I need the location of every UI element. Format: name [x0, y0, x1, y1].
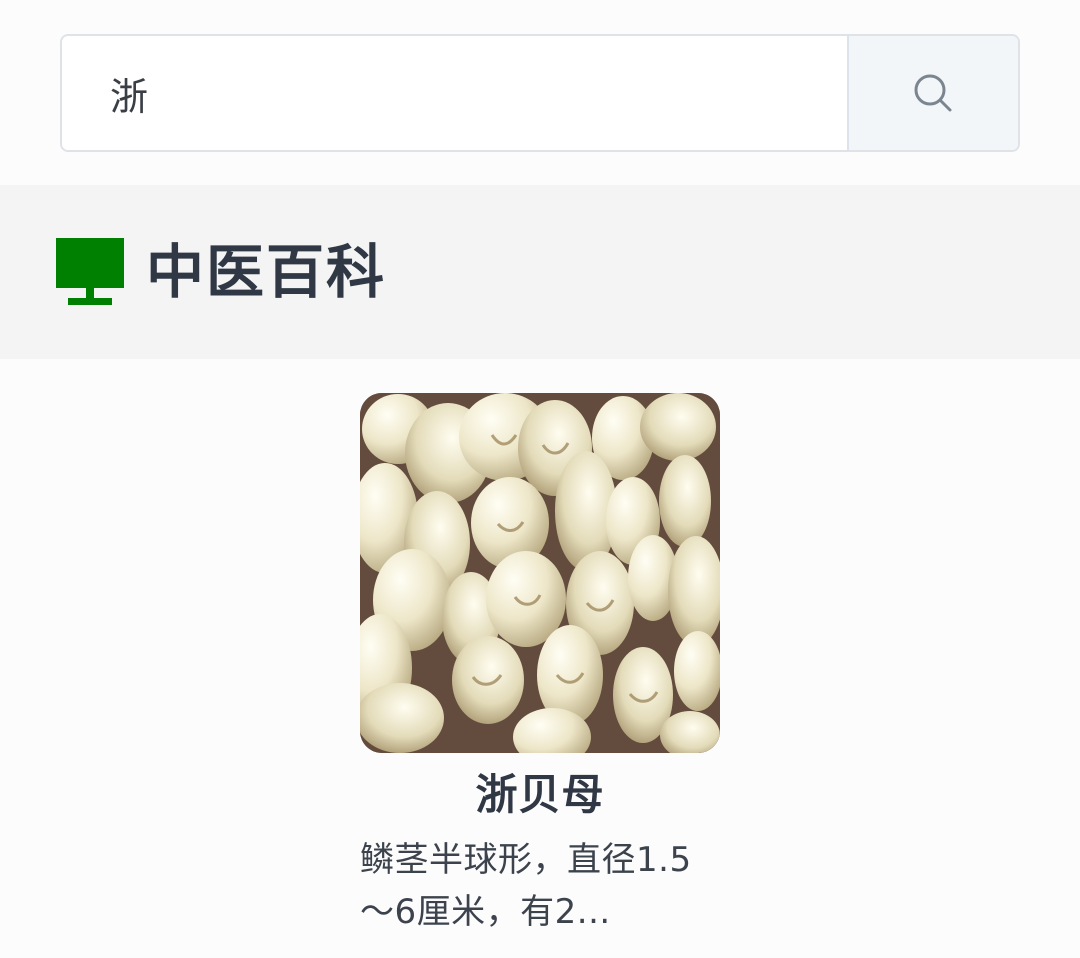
search-input[interactable]: [62, 36, 847, 150]
section-title: 中医百科: [146, 238, 387, 306]
search-bar: [60, 34, 1020, 152]
search-results-page: 中医百科: [0, 0, 1080, 958]
monitor-icon: [56, 238, 124, 305]
fritillaria-bulbs-illustration: [360, 393, 720, 753]
result-card[interactable]: 浙贝母 鳞茎半球形，直径1.5～6厘米，有2...: [360, 393, 720, 943]
search-button[interactable]: [846, 36, 1018, 150]
result-description: 鳞茎半球形，直径1.5～6厘米，有2...: [360, 840, 692, 932]
search-icon: [914, 74, 952, 112]
fritillaria-bulbs-image[interactable]: [360, 393, 720, 753]
result-title[interactable]: 浙贝母: [360, 768, 720, 822]
